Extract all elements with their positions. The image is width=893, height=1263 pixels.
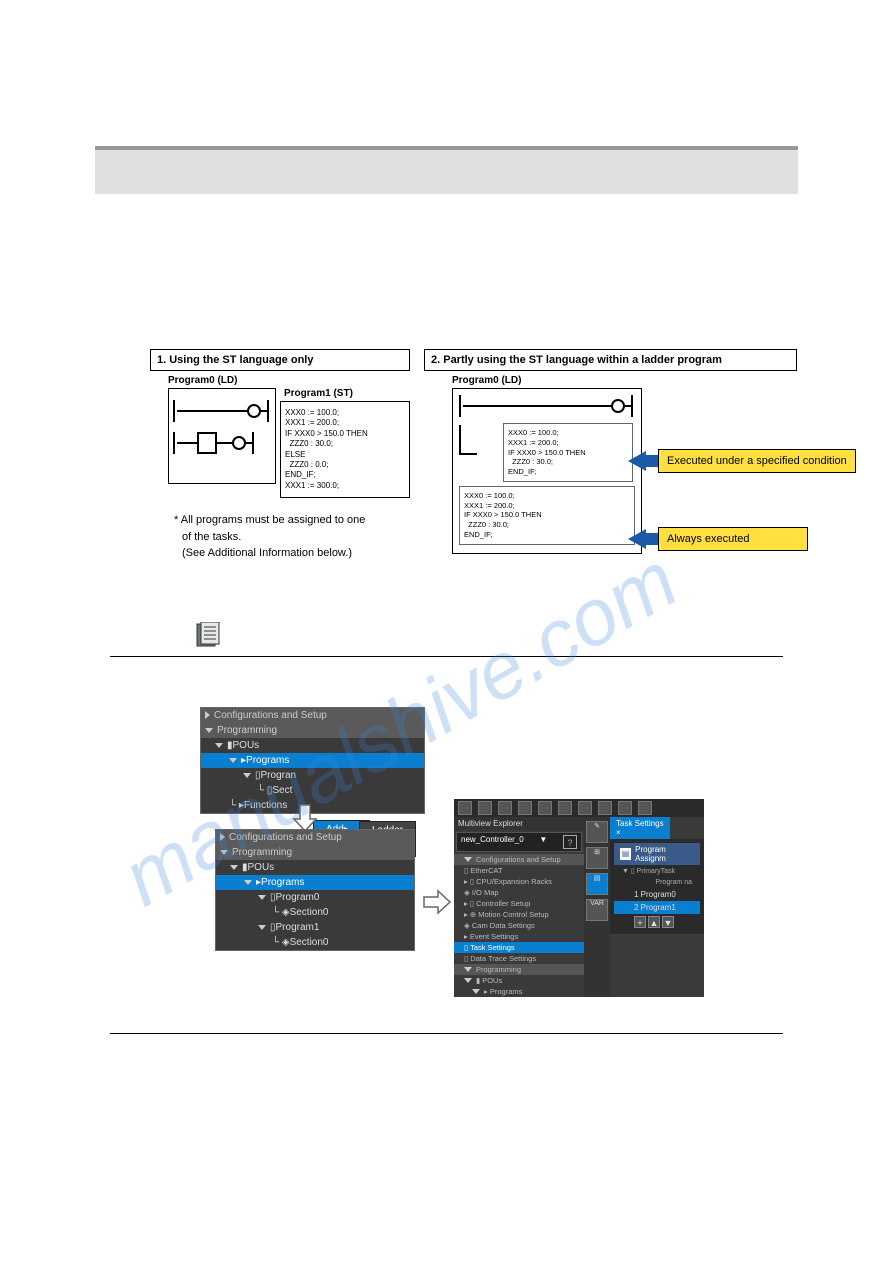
- up-button[interactable]: ▲: [648, 916, 660, 928]
- controller-dropdown[interactable]: new_Controller_0▼?: [456, 832, 582, 852]
- box1-title: 1. Using the ST language only: [150, 349, 410, 371]
- tool-icon[interactable]: [618, 801, 632, 815]
- side-toolbar: ✎ ⊞ ▤ VAR: [584, 817, 610, 997]
- tool-icon[interactable]: [498, 801, 512, 815]
- tool-icon[interactable]: [458, 801, 472, 815]
- side-icon[interactable]: ⊞: [586, 847, 608, 869]
- tool-icon[interactable]: [558, 801, 572, 815]
- footnote: * All programs must be assigned to one o…: [174, 512, 410, 562]
- ladder-diagram: [168, 388, 276, 484]
- inline-st-1: XXX0 := 100.0; XXX1 := 200.0; IF XXX0 > …: [503, 423, 633, 482]
- tool-icon[interactable]: [538, 801, 552, 815]
- toolbar: [454, 799, 704, 817]
- inline-st-2: XXX0 := 100.0; XXX1 := 200.0; IF XXX0 > …: [459, 486, 635, 545]
- page-header-bar: [95, 146, 798, 194]
- screenshots-area: Configurations and Setup Programming ▮ P…: [200, 707, 893, 1007]
- tool-icon[interactable]: [578, 801, 592, 815]
- side-icon[interactable]: ▤: [586, 873, 608, 895]
- tool-icon[interactable]: [598, 801, 612, 815]
- note-document-icon: [195, 622, 221, 648]
- screenshot-3: Multiview Explorer new_Controller_0▼? Co…: [454, 799, 704, 997]
- page: manualshive.com 1. Using the ST language…: [0, 146, 893, 1034]
- side-icon[interactable]: ✎: [586, 821, 608, 843]
- box1-prog-st-label: Program1 (ST): [284, 388, 410, 399]
- separator-2: [110, 1033, 783, 1034]
- add-button[interactable]: +: [634, 916, 646, 928]
- callout-1: Executed under a specified condition: [628, 449, 856, 473]
- right-arrow-icon: [422, 887, 452, 917]
- figure-box-1: 1. Using the ST language only Program0 (…: [150, 349, 410, 562]
- box2-prog-ld-label: Program0 (LD): [452, 375, 797, 386]
- box1-content: Program1 (ST) XXX0 := 100.0; XXX1 := 200…: [168, 388, 410, 498]
- tool-icon[interactable]: [638, 801, 652, 815]
- screenshot-1: Configurations and Setup Programming ▮ P…: [200, 707, 425, 814]
- box2-title: 2. Partly using the ST language within a…: [424, 349, 797, 371]
- side-icon[interactable]: VAR: [586, 899, 608, 921]
- task-settings-panel: Task Settings × ▤Program Assignm ▼ ▯ Pri…: [610, 817, 704, 997]
- st-code-box: XXX0 := 100.0; XXX1 := 200.0; IF XXX0 > …: [280, 401, 410, 498]
- tool-icon[interactable]: [518, 801, 532, 815]
- nested-ladder-container: XXX0 := 100.0; XXX1 := 200.0; IF XXX0 > …: [452, 388, 642, 554]
- task-settings-tab[interactable]: Task Settings ×: [610, 817, 670, 839]
- figure-area: manualshive.com 1. Using the ST language…: [150, 349, 810, 562]
- note-icon-row: [195, 622, 893, 648]
- box1-prog-ld-label: Program0 (LD): [168, 375, 410, 386]
- screenshot-2: Configurations and Setup Programming ▮ P…: [215, 829, 415, 951]
- callout-2: Always executed: [628, 527, 808, 551]
- separator-1: [110, 656, 783, 657]
- tool-icon[interactable]: [478, 801, 492, 815]
- multiview-explorer: Multiview Explorer new_Controller_0▼? Co…: [454, 817, 584, 997]
- down-button[interactable]: ▼: [662, 916, 674, 928]
